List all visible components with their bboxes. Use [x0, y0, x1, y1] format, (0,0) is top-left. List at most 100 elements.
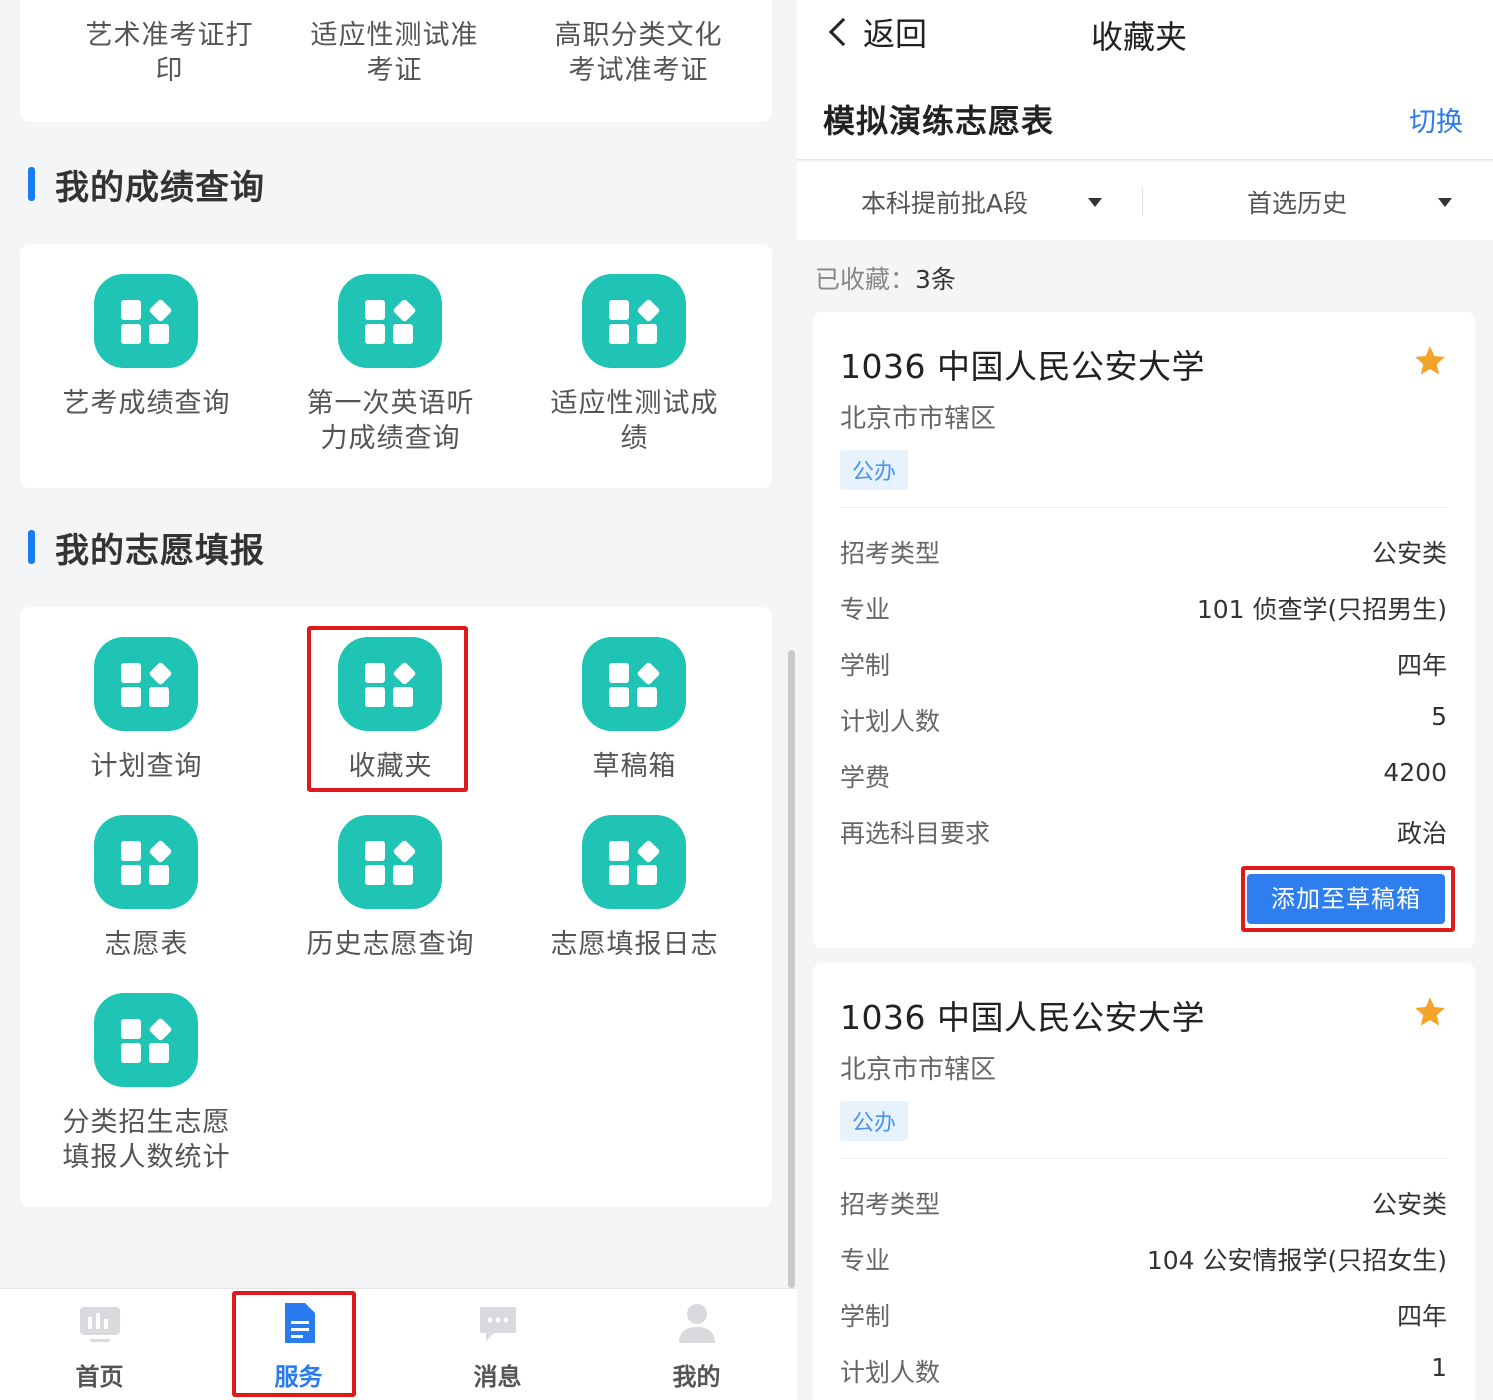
grid-apps-icon [582, 815, 686, 909]
section-accent-bar [28, 530, 35, 564]
caret-down-icon[interactable] [1088, 198, 1102, 207]
tile-history-query[interactable]: 历史志愿查询 [268, 815, 513, 965]
grid-apps-icon [94, 274, 198, 368]
grid-apps-icon [582, 274, 686, 368]
count-label: 已收藏： [815, 265, 916, 294]
grid-apps-icon [338, 815, 442, 909]
row-key: 计划人数 [840, 1358, 941, 1387]
tile-label: 草稿箱 [592, 751, 677, 782]
tile-adaptive-score[interactable]: 适应性测试成 绩 [512, 274, 757, 464]
section-title-volunteer: 我的志愿填报 [28, 527, 265, 571]
nav-bar: 返回 收藏夹 模拟演练志愿表 切换 [797, 0, 1493, 160]
tile-art-score[interactable]: 艺考成绩查询 [24, 274, 269, 464]
row-value: 4200 [1383, 758, 1447, 787]
row-value: 公安类 [1371, 539, 1447, 568]
row-key: 学费 [840, 763, 891, 792]
tile-label: 适应性测试准 考证 [310, 20, 479, 86]
row-key: 学制 [840, 1302, 891, 1331]
favorites-count: 已收藏：3条 [815, 260, 956, 296]
tile-label: 计划查询 [90, 751, 203, 782]
tile-plan-query[interactable]: 计划查询 [24, 637, 269, 787]
school-region: 北京市市辖区 [840, 404, 997, 434]
grid-apps-icon [94, 993, 198, 1087]
tile-label: 适应性测试成 绩 [550, 388, 719, 454]
tile-volunteer-log[interactable]: 志愿填报日志 [512, 815, 757, 965]
row-value: 1 [1431, 1353, 1447, 1382]
info-row: 招考类型 公安类 [840, 1185, 1447, 1225]
row-key: 招考类型 [840, 1190, 941, 1219]
ownership-badge: 公办 [840, 1101, 909, 1141]
tile-label: 历史志愿查询 [306, 929, 475, 960]
filter-divider [1142, 188, 1143, 216]
divider [840, 507, 1448, 508]
tile-label: 志愿填报日志 [550, 929, 719, 960]
count-value: 3条 [915, 265, 956, 294]
tile-label: 高职分类文化 考试准考证 [554, 20, 723, 86]
row-value: 5 [1431, 702, 1447, 731]
grid-apps-icon [338, 274, 442, 368]
school-region: 北京市市辖区 [840, 1055, 997, 1085]
tab-label: 首页 [75, 1363, 124, 1391]
tab-mine[interactable]: 我的 [597, 1289, 796, 1400]
favorites-page: 返回 收藏夹 模拟演练志愿表 切换 本科提前批A段 首选历史 已收藏：3条 10… [797, 0, 1493, 1400]
tab-label: 我的 [672, 1363, 721, 1391]
tile-category-statistics[interactable]: 分类招生志愿 填报人数统计 [24, 993, 269, 1183]
info-row: 学制 四年 [840, 646, 1447, 686]
batch-filter[interactable]: 本科提前批A段 [861, 184, 1028, 220]
info-row: 专业 101 侦查学(只招男生) [840, 590, 1447, 630]
caret-down-icon[interactable] [1438, 198, 1452, 207]
row-value: 四年 [1396, 1302, 1447, 1331]
page-title-text: 收藏夹 [1090, 18, 1187, 56]
ownership-badge: 公办 [840, 450, 909, 490]
volunteer-table-name: 模拟演练志愿表 [823, 102, 1055, 140]
section-label: 我的成绩查询 [55, 167, 265, 208]
filter-bar: 本科提前批A段 首选历史 [797, 162, 1493, 240]
row-key: 招考类型 [840, 539, 941, 568]
tile-label: 分类招生志愿 填报人数统计 [62, 1107, 231, 1173]
tab-home[interactable]: 首页 [0, 1289, 199, 1400]
tile-label: 艺术准考证打 印 [85, 20, 254, 86]
favorite-card: 1036 中国人民公安大学 北京市市辖区 公办 招考类型 公安类 专业 101 侦查… [813, 312, 1475, 948]
switch-link[interactable]: 切换 [1409, 100, 1463, 139]
section-accent-bar [28, 167, 35, 201]
grid-apps-icon [94, 815, 198, 909]
info-row: 计划人数 1 [840, 1353, 1447, 1393]
section-label: 我的志愿填报 [55, 530, 265, 571]
scores-card: 艺考成绩查询 第一次英语听 力成绩查询 适应性测试成 绩 [20, 244, 772, 488]
tile-label: 志愿表 [104, 929, 189, 960]
tab-messages[interactable]: 消息 [398, 1289, 597, 1400]
home-chart-icon [80, 1307, 120, 1342]
tile-label: 艺考成绩查询 [62, 388, 231, 419]
tab-label: 消息 [473, 1363, 522, 1391]
message-icon [480, 1307, 516, 1341]
exam-ticket-card: 艺术准考证打 印 适应性测试准 考证 高职分类文化 考试准考证 [20, 0, 772, 122]
tile-volunteer-table[interactable]: 志愿表 [24, 815, 269, 965]
scrollbar[interactable] [788, 650, 795, 1288]
divider [840, 1158, 1448, 1159]
row-value: 101 侦查学(只招男生) [1196, 595, 1447, 624]
info-row: 专业 104 公安情报学(只招女生) [840, 1241, 1447, 1281]
row-key: 学制 [840, 651, 891, 680]
info-row: 招考类型 公安类 [840, 534, 1447, 574]
row-key: 计划人数 [840, 707, 941, 736]
tile-drafts[interactable]: 草稿箱 [512, 637, 757, 787]
row-value: 四年 [1396, 651, 1447, 680]
highlight-box-favorites [307, 626, 468, 792]
row-key: 专业 [840, 595, 891, 624]
info-row: 计划人数 5 [840, 702, 1447, 742]
star-filled-icon[interactable] [1413, 995, 1447, 1029]
row-value: 政治 [1396, 819, 1447, 848]
section-title-scores: 我的成绩查询 [28, 164, 265, 208]
school-name: 1036 中国人民公安大学 [840, 998, 1205, 1037]
bottom-tab-bar: 首页 服务 消息 我的 [0, 1288, 797, 1400]
user-icon [679, 1304, 715, 1343]
tile-english-listening-score[interactable]: 第一次英语听 力成绩查询 [268, 274, 513, 464]
row-key: 专业 [840, 1246, 891, 1275]
star-filled-icon[interactable] [1413, 344, 1447, 378]
school-name: 1036 中国人民公安大学 [840, 347, 1205, 386]
grid-apps-icon [582, 637, 686, 731]
subject-filter[interactable]: 首选历史 [1247, 184, 1347, 220]
info-row: 学制 四年 [840, 1297, 1447, 1337]
services-panel: 艺术准考证打 印 适应性测试准 考证 高职分类文化 考试准考证 我的成绩查询 艺… [0, 0, 797, 1400]
grid-apps-icon [94, 637, 198, 731]
